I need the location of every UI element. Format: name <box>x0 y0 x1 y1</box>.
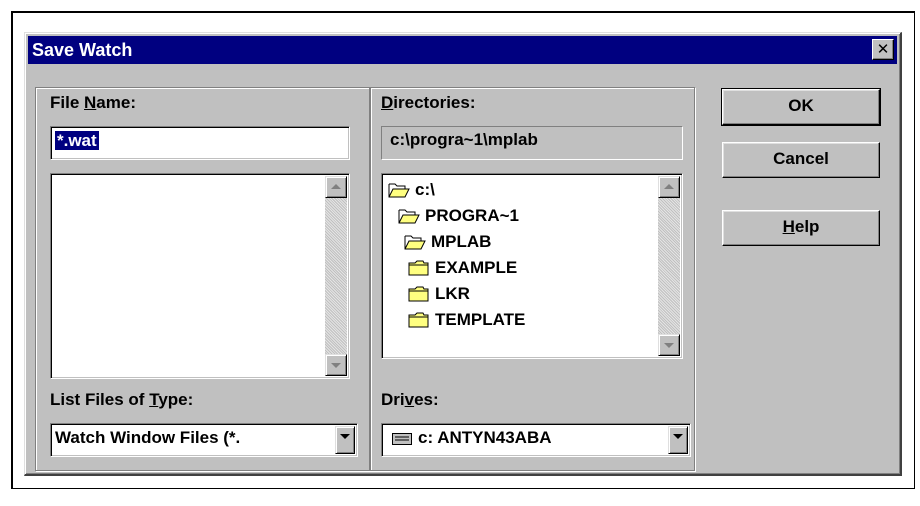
directory-tree[interactable]: c:\ PROGRA~1 MPLAB EXAMPLE LKR TEMPLATE <box>381 173 683 359</box>
file-type-select[interactable]: Watch Window Files (*. <box>50 423 358 457</box>
directory-item[interactable]: TEMPLATE <box>408 308 525 332</box>
chevron-down-icon <box>340 434 350 439</box>
arrow-up-icon <box>664 184 674 189</box>
file-list-scrollbar[interactable] <box>325 176 347 376</box>
directory-item-label: LKR <box>435 284 470 303</box>
folder-icon <box>408 312 429 328</box>
arrow-down-icon <box>664 343 674 348</box>
scroll-up-button[interactable] <box>658 176 680 198</box>
directory-item-label: PROGRA~1 <box>425 206 519 225</box>
file-name-value: *.wat <box>55 131 99 150</box>
chevron-down-icon <box>673 434 683 439</box>
open-folder-icon <box>398 209 420 224</box>
open-folder-icon <box>404 235 426 250</box>
dialog-title: Save Watch <box>32 39 133 60</box>
drive-icon <box>392 433 412 445</box>
directory-item[interactable]: PROGRA~1 <box>398 204 519 228</box>
directory-tree-scrollbar[interactable] <box>658 176 680 356</box>
directories-label: Directories: <box>381 93 476 112</box>
scroll-down-button[interactable] <box>325 354 347 376</box>
current-directory-path: c:\progra~1\mplab <box>381 126 683 160</box>
folder-icon <box>408 260 429 276</box>
directory-item-label: c:\ <box>415 180 435 199</box>
directory-item[interactable]: LKR <box>408 282 470 306</box>
folder-icon <box>408 286 429 302</box>
ok-button[interactable]: OK <box>721 88 881 126</box>
directory-item[interactable]: EXAMPLE <box>408 256 517 280</box>
file-type-dropdown-button[interactable] <box>335 426 355 454</box>
directory-item[interactable]: MPLAB <box>404 230 491 254</box>
drives-value: c: ANTYN43ABA <box>418 428 552 447</box>
scroll-down-button[interactable] <box>658 334 680 356</box>
file-name-input[interactable]: *.wat <box>50 126 350 160</box>
arrow-up-icon <box>331 184 341 189</box>
drives-dropdown-button[interactable] <box>668 426 688 454</box>
directory-item-label: MPLAB <box>431 232 492 251</box>
scroll-up-button[interactable] <box>325 176 347 198</box>
close-icon: ✕ <box>876 40 890 58</box>
title-bar[interactable]: Save Watch ✕ <box>28 36 897 64</box>
cancel-button[interactable]: Cancel <box>722 142 880 178</box>
close-button[interactable]: ✕ <box>872 39 894 60</box>
open-folder-icon <box>388 183 410 198</box>
directory-item-label: EXAMPLE <box>435 258 518 277</box>
drives-select[interactable]: c: ANTYN43ABA <box>381 423 691 457</box>
directory-item[interactable]: c:\ <box>388 178 435 202</box>
arrow-down-icon <box>331 363 341 368</box>
file-name-label: File Name: <box>50 93 136 112</box>
help-button[interactable]: Help <box>722 210 880 246</box>
file-type-label: List Files of Type: <box>50 390 194 409</box>
file-list[interactable] <box>50 173 350 379</box>
file-type-value: Watch Window Files (*. <box>55 428 241 447</box>
drives-label: Drives: <box>381 390 439 409</box>
directory-item-label: TEMPLATE <box>435 310 526 329</box>
save-watch-dialog: Save Watch ✕ File Name: *.wat List Files… <box>24 32 902 476</box>
